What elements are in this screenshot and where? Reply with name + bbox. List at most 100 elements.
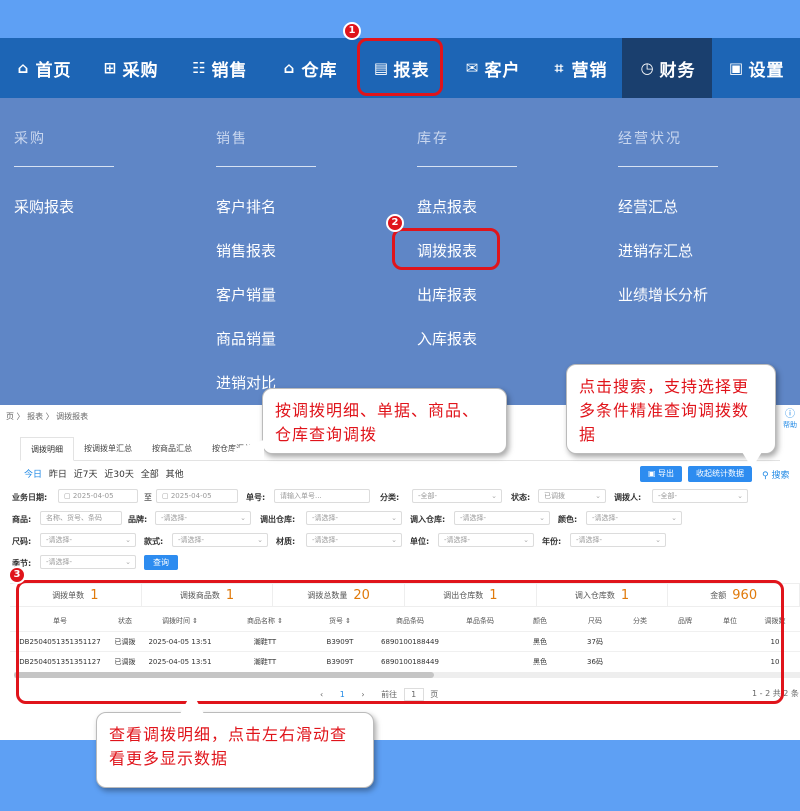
menu-item-goods-sales[interactable]: 商品销量 (216, 328, 276, 349)
menu-item-inventory-summary[interactable]: 进销存汇总 (618, 240, 693, 261)
date-from-value: 2025-04-05 (72, 492, 114, 500)
nav-item-marketing[interactable]: ⌗ 营销 (536, 38, 622, 98)
quick-date-30days[interactable]: 近30天 (104, 470, 133, 480)
year-select[interactable]: -请选择- ⌄ (570, 533, 666, 547)
docno-input[interactable]: 请输入单号... (274, 489, 370, 503)
nav-label: 采购 (122, 60, 159, 81)
menu-item-business-summary[interactable]: 经营汇总 (618, 196, 678, 217)
goods-label: 商品: (12, 515, 32, 524)
step-badge-1: 1 (343, 22, 361, 40)
category-select[interactable]: -全部- ⌄ (412, 489, 502, 503)
settings-icon: ▣ (728, 59, 745, 77)
export-label: 导出 (658, 469, 675, 478)
quick-date-today[interactable]: 今日 (24, 470, 42, 480)
quick-date-filter: 今日 昨日 近7天 近30天 全部 其他 (24, 467, 188, 480)
nav-label: 客户 (484, 60, 521, 81)
basket-icon: ⊞ (103, 59, 118, 77)
search-toggle[interactable]: ⚲ 搜索 (762, 468, 789, 481)
menu-heading-sales: 销售 (216, 131, 248, 147)
status-select[interactable]: 已调拨 ⌄ (538, 489, 606, 503)
nav-item-sales[interactable]: ☷ 销售 (174, 38, 264, 98)
date-to-input[interactable]: ▢ 2025-04-05 (156, 489, 238, 503)
brand-select[interactable]: -请选择- ⌄ (155, 511, 251, 525)
menu-item-customer-sales[interactable]: 客户销量 (216, 284, 276, 305)
out-warehouse-select[interactable]: -请选择- ⌄ (306, 511, 402, 525)
color-select[interactable]: -请选择- ⌄ (586, 511, 682, 525)
date-range-separator: 至 (144, 493, 152, 502)
quick-date-7days[interactable]: 近7天 (74, 470, 98, 480)
help-button[interactable]: ⓘ 帮助 (780, 405, 800, 435)
business-date-label: 业务日期: (12, 493, 48, 502)
nav-item-warehouse[interactable]: ⌂ 仓库 (264, 38, 354, 98)
unit-select[interactable]: -请选择- ⌄ (438, 533, 534, 547)
chevron-down-icon: ⌄ (737, 492, 743, 500)
menu-item-growth-analysis[interactable]: 业绩增长分析 (618, 284, 708, 305)
material-value: -请选择- (312, 536, 339, 544)
query-button[interactable]: 查询 (144, 555, 178, 570)
quick-date-yesterday[interactable]: 昨日 (49, 470, 67, 480)
color-value: -请选择- (592, 514, 619, 522)
transferer-value: -全部- (658, 492, 678, 500)
search-label: 搜索 (771, 471, 790, 481)
home-icon: ⌂ (17, 59, 30, 77)
callout-search: 点击搜索，支持选择更多条件精准查询调拨数据 (566, 364, 776, 454)
tab-transfer-detail[interactable]: 调拨明细 (20, 437, 74, 461)
highlight-detail-table (16, 580, 784, 704)
highlight-transfer-report (392, 228, 500, 270)
collapse-stats-button[interactable]: 收起统计数据 (688, 466, 752, 482)
transferer-label: 调拨人: (614, 493, 642, 502)
quick-date-other[interactable]: 其他 (166, 470, 184, 480)
size-value: -请选择- (46, 536, 73, 544)
out-warehouse-label: 调出仓库: (260, 515, 296, 524)
nav-label: 营销 (571, 60, 608, 81)
status-value: 已调拨 (544, 492, 565, 500)
year-label: 年份: (542, 537, 562, 546)
step-badge-3: 3 (8, 566, 26, 584)
chevron-down-icon: ⌄ (539, 514, 545, 522)
nav-item-customers[interactable]: ✉ 客户 (448, 38, 536, 98)
menu-item-purchase-report[interactable]: 采购报表 (14, 196, 74, 217)
chevron-down-icon: ⌄ (257, 536, 263, 544)
finance-icon: ◷ (640, 59, 655, 77)
menu-item-inbound-report[interactable]: 入库报表 (417, 328, 477, 349)
menu-heading-purchase: 采购 (14, 131, 46, 147)
quick-date-all[interactable]: 全部 (141, 470, 159, 480)
transferer-select[interactable]: -全部- ⌄ (652, 489, 748, 503)
in-warehouse-value: -请选择- (460, 514, 487, 522)
chevron-down-icon: ⌄ (671, 514, 677, 522)
goods-input[interactable]: 名称、货号、条码 (40, 511, 122, 525)
chevron-down-icon: ⌄ (125, 558, 131, 566)
search-icon: ⚲ (762, 471, 769, 481)
menu-item-stocktake-report[interactable]: 盘点报表 (417, 196, 477, 217)
help-label: 帮助 (783, 421, 797, 429)
in-warehouse-select[interactable]: -请选择- ⌄ (454, 511, 550, 525)
menu-item-customer-ranking[interactable]: 客户排名 (216, 196, 276, 217)
nav-label: 财务 (659, 60, 696, 81)
tab-by-document[interactable]: 按调拨单汇总 (74, 437, 142, 461)
season-select[interactable]: -请选择- ⌄ (40, 555, 136, 569)
date-to-value: 2025-04-05 (170, 492, 212, 500)
chevron-down-icon: ⌄ (491, 492, 497, 500)
in-warehouse-label: 调入仓库: (410, 515, 446, 524)
nav-item-finance[interactable]: ◷ 财务 (622, 38, 712, 98)
material-select[interactable]: -请选择- ⌄ (306, 533, 402, 547)
menu-item-outbound-report[interactable]: 出库报表 (417, 284, 477, 305)
unit-label: 单位: (410, 537, 430, 546)
menu-heading-inventory: 库存 (417, 131, 449, 147)
chevron-down-icon: ⌄ (240, 514, 246, 522)
style-select[interactable]: -请选择- ⌄ (172, 533, 268, 547)
date-from-input[interactable]: ▢ 2025-04-05 (58, 489, 138, 503)
nav-item-purchase[interactable]: ⊞ 采购 (86, 38, 174, 98)
breadcrumb: 页 〉 报表 〉 调拨报表 (6, 412, 89, 421)
tab-by-goods[interactable]: 按商品汇总 (142, 437, 202, 461)
nav-label: 首页 (35, 60, 72, 81)
divider (618, 166, 718, 167)
docno-label: 单号: (246, 493, 266, 502)
material-label: 材质: (276, 537, 296, 546)
export-button[interactable]: ▣ 导出 (640, 466, 682, 482)
chevron-down-icon: ⌄ (391, 514, 397, 522)
nav-item-home[interactable]: ⌂ 首页 (0, 38, 86, 98)
size-select[interactable]: -请选择- ⌄ (40, 533, 136, 547)
menu-item-sales-report[interactable]: 销售报表 (216, 240, 276, 261)
nav-item-settings[interactable]: ▣ 设置 (712, 38, 800, 98)
